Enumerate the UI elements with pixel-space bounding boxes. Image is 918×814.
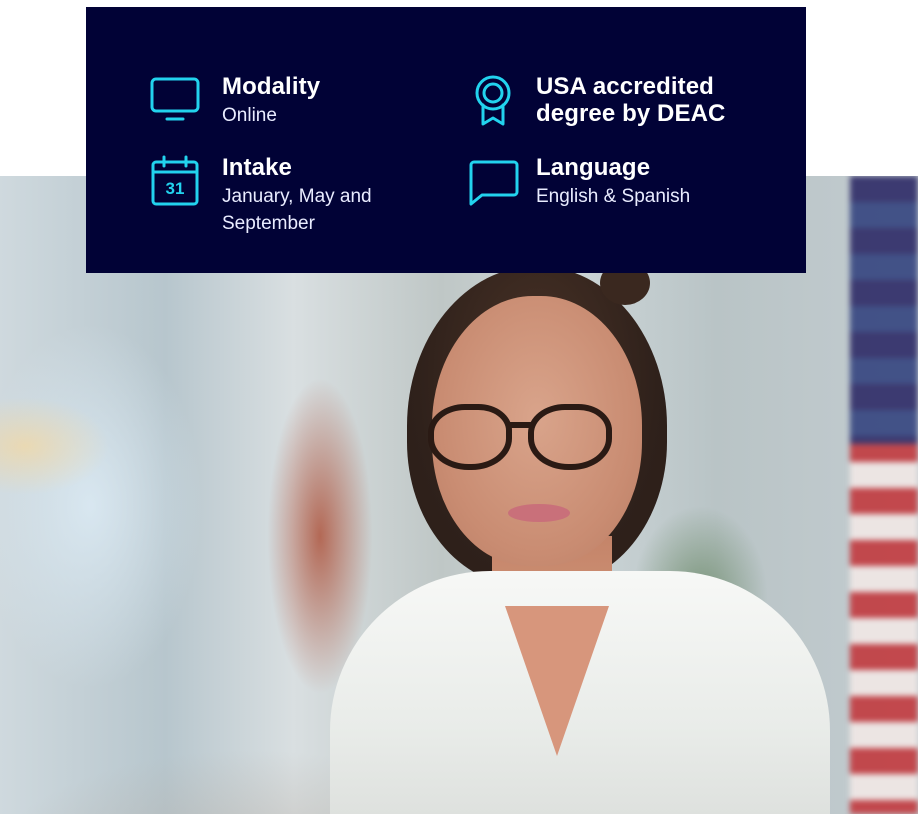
calendar-icon: 31: [148, 154, 202, 208]
award-ribbon-icon: [466, 73, 520, 127]
info-item-title: Modality: [222, 73, 321, 100]
info-item-title: Language: [536, 154, 651, 181]
calendar-icon-number: 31: [166, 179, 185, 198]
portrait-glasses-right: [528, 404, 612, 470]
program-info-panel: Modality Online 31 Intake January, May a…: [86, 7, 806, 273]
info-item-text: Intake January, May and September: [222, 154, 412, 237]
chat-bubble-icon: [466, 154, 520, 208]
info-item-modality: Modality Online: [148, 73, 320, 129]
info-item-language: Language English & Spanish: [466, 154, 690, 210]
info-item-text: Language English & Spanish: [536, 154, 690, 210]
portrait-glasses-bridge: [506, 422, 534, 428]
info-item-text: Modality Online: [222, 73, 320, 129]
info-item-title: Intake: [222, 154, 292, 181]
info-item-detail: Online: [222, 105, 277, 126]
info-item-title: USA accredited degree by DEAC: [536, 73, 726, 127]
info-item-detail: English & Spanish: [536, 186, 691, 207]
info-item-accreditation: USA accredited degree by DEAC: [466, 73, 766, 127]
monitor-icon: [148, 73, 202, 127]
info-item-detail: January, May and September: [222, 186, 372, 234]
portrait-smile: [508, 504, 570, 522]
portrait-collar-opening: [505, 606, 609, 756]
info-item-text: USA accredited degree by DEAC: [536, 73, 766, 127]
info-item-intake: 31 Intake January, May and September: [148, 154, 412, 237]
portrait-glasses-left: [428, 404, 512, 470]
